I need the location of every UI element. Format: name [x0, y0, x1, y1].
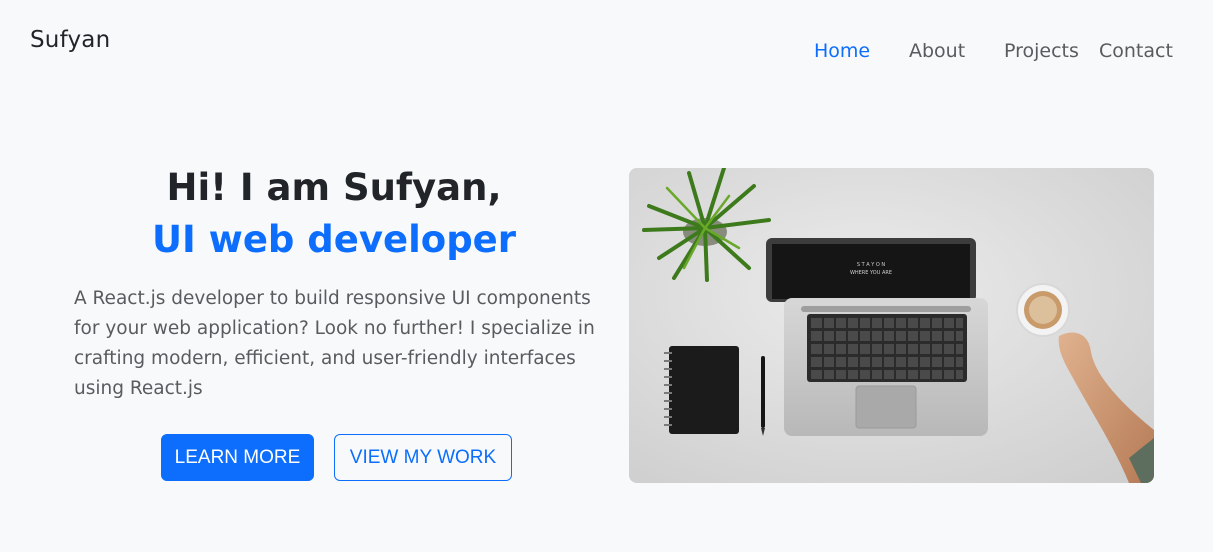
- hero-headline: Hi! I am Sufyan,: [166, 166, 502, 209]
- pen-icon: [761, 356, 765, 436]
- coffee-cup-icon: [1016, 283, 1070, 337]
- nav-link-home[interactable]: Home: [814, 40, 870, 62]
- nav-link-about[interactable]: About: [909, 40, 965, 62]
- nav-link-contact[interactable]: Contact: [1099, 40, 1173, 62]
- learn-more-button[interactable]: LEARN MORE: [161, 434, 314, 481]
- navbar: Sufyan Home About Projects Contact: [0, 0, 1213, 90]
- laptop-screen-text-1: S T A Y O N: [857, 262, 886, 268]
- nav-link-projects[interactable]: Projects: [1004, 40, 1079, 62]
- hero-subheadline: UI web developer: [151, 218, 517, 262]
- notebook-icon: [664, 346, 739, 434]
- view-my-work-button[interactable]: VIEW MY WORK: [334, 434, 512, 481]
- laptop-icon: S T A Y O N WHERE YOU ARE: [766, 238, 988, 436]
- workspace-photo: S T A Y O N WHERE YOU ARE: [629, 168, 1154, 483]
- hero-description: A React.js developer to build responsive…: [74, 288, 595, 399]
- laptop-screen-text-2: WHERE YOU ARE: [850, 270, 892, 276]
- hero-text: Hi! I am Sufyan, UI web developer A Reac…: [0, 165, 668, 399]
- brand-logo[interactable]: Sufyan: [30, 27, 110, 53]
